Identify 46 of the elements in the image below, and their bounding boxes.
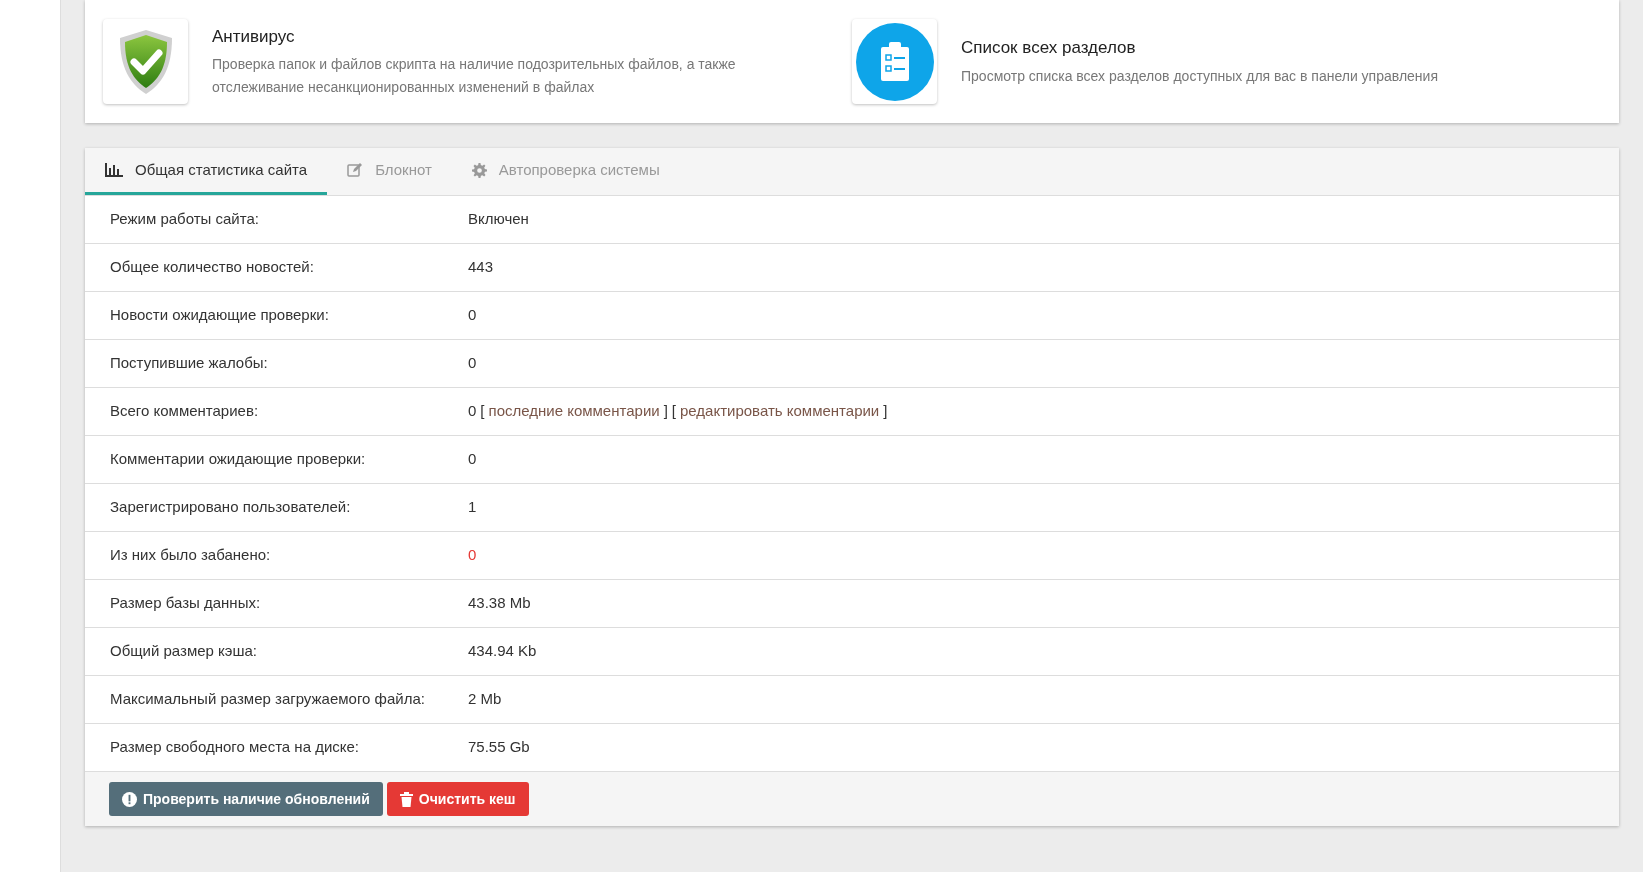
stat-value: 0 bbox=[468, 545, 477, 566]
stat-value: 0 bbox=[468, 401, 477, 422]
stat-label: Зарегистрировано пользователей: bbox=[109, 497, 352, 518]
stat-label: Комментарии ожидающие проверки: bbox=[109, 449, 367, 470]
tab[interactable]: Общая статистика сайта bbox=[85, 148, 328, 195]
stat-label: Общий размер кэша: bbox=[109, 641, 258, 662]
check-updates-button[interactable]: Проверить наличие обновлений bbox=[109, 782, 383, 816]
bar-chart-icon bbox=[105, 163, 123, 177]
stat-label: Новости ожидающие проверки: bbox=[109, 305, 330, 326]
clear-cache-button[interactable]: Очистить кеш bbox=[386, 782, 529, 816]
stat-value: 2 Mb bbox=[468, 689, 502, 710]
shortcut-description: Проверка папок и файлов скрипта на наличие подозрительных файлов, а также отслеживание несанкционированных изменений в файлах bbox=[212, 55, 737, 98]
comments-link[interactable]: последние комментарии bbox=[488, 400, 660, 423]
bracket: ] bbox=[883, 401, 888, 422]
stat-label: Максимальный размер загружаемого файла: bbox=[109, 689, 426, 710]
stat-label: Всего комментариев: bbox=[109, 401, 260, 422]
stat-label: Общее количество новостей: bbox=[109, 257, 315, 278]
shortcut-title[interactable]: Антивирус bbox=[212, 23, 772, 50]
stat-value: 43.38 Mb bbox=[468, 593, 531, 614]
shortcut-tile[interactable] bbox=[103, 19, 188, 104]
shortcut-description: Просмотр списка всех разделов доступных для вас в панели управления bbox=[961, 66, 1438, 86]
bracket: [ bbox=[480, 401, 485, 422]
stat-value: 0 bbox=[468, 449, 477, 470]
exclamation-circle-icon bbox=[122, 791, 137, 807]
stat-value: 434.94 Kb bbox=[468, 641, 537, 662]
shortcut-title[interactable]: Список всех разделов bbox=[961, 35, 1438, 61]
stat-label: Размер базы данных: bbox=[109, 593, 262, 614]
stat-label: Размер свободного места на диске: bbox=[109, 737, 361, 758]
clipboard-list-icon bbox=[855, 22, 934, 101]
shortcut-tile[interactable] bbox=[852, 19, 937, 104]
settings-icon bbox=[471, 162, 487, 178]
stat-value: 75.55 Gb bbox=[468, 737, 530, 758]
bracket: [ bbox=[671, 401, 676, 422]
trash-icon bbox=[399, 791, 413, 807]
stat-label: Из них было забанено: bbox=[109, 545, 272, 566]
stat-value: Включен bbox=[468, 209, 529, 230]
stat-label: Поступившие жалобы: bbox=[109, 353, 269, 374]
stat-label: Режим работы сайта: bbox=[109, 209, 260, 230]
stat-value: 1 bbox=[468, 497, 477, 518]
comments-link[interactable]: редактировать комментарии bbox=[680, 400, 880, 423]
stat-value: 0 bbox=[468, 305, 477, 326]
bracket: ] bbox=[663, 401, 668, 422]
shield-check-icon bbox=[117, 27, 174, 96]
stat-value: 443 bbox=[468, 257, 494, 278]
stat-value: 0 bbox=[468, 353, 477, 374]
pencil-square-icon bbox=[347, 162, 364, 178]
